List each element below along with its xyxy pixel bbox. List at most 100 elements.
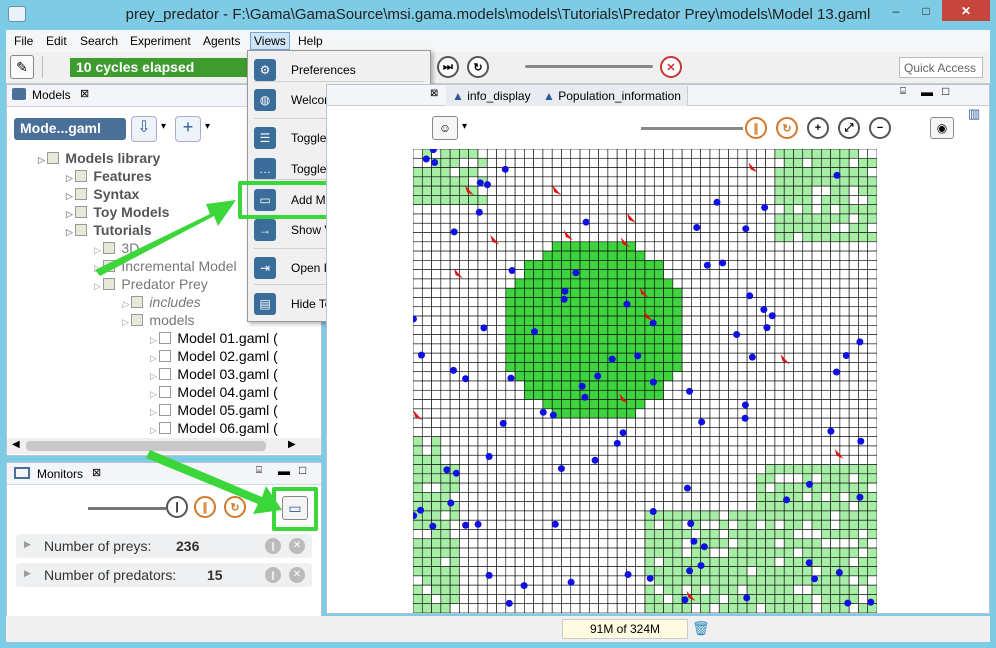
tree-item[interactable]: ▷ Model 02.gaml ( bbox=[150, 348, 278, 364]
tree-item[interactable]: ▷ Model 01.gaml ( bbox=[150, 330, 278, 346]
prey-agent[interactable] bbox=[582, 218, 590, 226]
prey-agent[interactable] bbox=[683, 484, 691, 492]
simulation-grid[interactable] bbox=[413, 149, 877, 613]
reload-icon[interactable]: ↻ bbox=[467, 56, 489, 78]
prey-agent[interactable] bbox=[450, 228, 458, 236]
prey-agent[interactable] bbox=[743, 594, 751, 602]
prey-agent[interactable] bbox=[608, 355, 616, 363]
prey-agent[interactable] bbox=[832, 368, 840, 376]
prey-agent[interactable] bbox=[697, 562, 705, 570]
prey-agent[interactable] bbox=[842, 352, 850, 360]
prey-agent[interactable] bbox=[748, 353, 756, 361]
prey-agent[interactable] bbox=[763, 324, 771, 332]
prey-agent[interactable] bbox=[835, 568, 843, 576]
minimize-panel-icon[interactable]: ▬ bbox=[278, 464, 290, 478]
prey-agent[interactable] bbox=[474, 520, 482, 528]
prey-agent[interactable] bbox=[443, 466, 451, 474]
view-menu-icon[interactable]: ⌸ bbox=[900, 86, 906, 97]
expand-icon[interactable]: ▷ bbox=[38, 155, 47, 165]
prey-agent[interactable] bbox=[520, 582, 528, 590]
prey-agent[interactable] bbox=[501, 165, 509, 173]
tree-item[interactable]: ▷ models bbox=[122, 312, 195, 328]
prey-agent[interactable] bbox=[578, 382, 586, 390]
prey-agent[interactable] bbox=[867, 598, 875, 606]
prey-agent[interactable] bbox=[567, 578, 575, 586]
tree-item[interactable]: ▷ Model 03.gaml ( bbox=[150, 366, 278, 382]
zoom-out-icon[interactable]: − bbox=[869, 117, 891, 139]
menu-views[interactable]: Views bbox=[250, 32, 290, 50]
prey-agent[interactable] bbox=[649, 319, 657, 327]
menu-agents[interactable]: Agents bbox=[203, 34, 240, 48]
expand-icon[interactable]: ▷ bbox=[122, 317, 131, 327]
prey-agent[interactable] bbox=[447, 499, 455, 507]
prey-agent[interactable] bbox=[480, 324, 488, 332]
pause-icon[interactable]: ∥ bbox=[745, 117, 767, 139]
prey-agent[interactable] bbox=[417, 506, 425, 514]
pause-icon[interactable]: ∥ bbox=[265, 567, 281, 583]
maximize-button[interactable]: □ bbox=[912, 0, 940, 21]
prey-agent[interactable] bbox=[619, 429, 627, 437]
quick-access-input[interactable]: Quick Access bbox=[899, 57, 983, 78]
prey-agent[interactable] bbox=[549, 411, 557, 419]
trash-icon[interactable]: 🗑 bbox=[692, 620, 710, 637]
prey-agent[interactable] bbox=[690, 537, 698, 545]
scroll-right-icon[interactable]: ▶ bbox=[288, 439, 296, 450]
prey-agent[interactable] bbox=[429, 522, 437, 530]
speed-slider[interactable] bbox=[525, 65, 653, 68]
menu-edit[interactable]: Edit bbox=[46, 34, 67, 48]
prey-agent[interactable] bbox=[499, 419, 507, 427]
reload-icon[interactable]: ↻ bbox=[776, 117, 798, 139]
expand-icon[interactable]: ▷ bbox=[66, 209, 75, 219]
prey-agent[interactable] bbox=[613, 439, 621, 447]
prey-agent[interactable] bbox=[700, 543, 708, 551]
prey-agent[interactable] bbox=[475, 208, 483, 216]
prey-agent[interactable] bbox=[560, 295, 568, 303]
tree-item[interactable]: ▷ Models library bbox=[38, 150, 160, 166]
prey-agent[interactable] bbox=[557, 465, 565, 473]
tree-item[interactable]: ▷ Predator Prey bbox=[94, 276, 208, 292]
tree-item[interactable]: ▷ Incremental Model bbox=[94, 258, 237, 274]
prey-agent[interactable] bbox=[623, 300, 631, 308]
expand-icon[interactable]: ▶ bbox=[24, 539, 31, 550]
prey-agent[interactable] bbox=[733, 331, 741, 339]
prey-agent[interactable] bbox=[431, 159, 439, 167]
expand-icon[interactable]: ▷ bbox=[150, 389, 159, 399]
prey-agent[interactable] bbox=[811, 575, 819, 583]
prey-agent[interactable] bbox=[857, 437, 865, 445]
prey-agent[interactable] bbox=[833, 171, 841, 179]
stop-icon[interactable]: ✕ bbox=[660, 56, 682, 78]
menu-file[interactable]: File bbox=[14, 34, 33, 48]
prey-agent[interactable] bbox=[485, 571, 493, 579]
expand-icon[interactable]: ▷ bbox=[94, 263, 103, 273]
zoom-in-icon[interactable]: + bbox=[807, 117, 829, 139]
scroll-thumb[interactable] bbox=[26, 441, 266, 451]
model-combo[interactable]: Mode...gaml bbox=[14, 118, 126, 140]
prey-agent[interactable] bbox=[591, 456, 599, 464]
expand-icon[interactable]: ▷ bbox=[66, 173, 75, 183]
tab-info-display[interactable]: ▲ info_display bbox=[446, 86, 538, 106]
zoom-fit-icon[interactable]: ⤢ bbox=[838, 117, 860, 139]
tree-item[interactable]: ▷ Model 04.gaml ( bbox=[150, 384, 278, 400]
tree-item[interactable]: ▷ 3D bbox=[94, 240, 139, 256]
expand-icon[interactable]: ▷ bbox=[122, 299, 131, 309]
close-tab-icon[interactable]: ⊠ bbox=[430, 88, 438, 99]
tree-item[interactable]: ▷ includes bbox=[122, 294, 201, 310]
close-tab-icon[interactable]: ⊠ bbox=[92, 466, 101, 479]
prey-agent[interactable] bbox=[761, 204, 769, 212]
expand-icon[interactable]: ▷ bbox=[150, 371, 159, 381]
prey-agent[interactable] bbox=[507, 374, 515, 382]
prey-agent[interactable] bbox=[561, 287, 569, 295]
prey-agent[interactable] bbox=[698, 418, 706, 426]
prey-agent[interactable] bbox=[693, 223, 701, 231]
chevron-down-icon[interactable]: ▾ bbox=[161, 121, 166, 132]
prey-agent[interactable] bbox=[686, 567, 694, 575]
prey-agent[interactable] bbox=[646, 574, 654, 582]
prey-agent[interactable] bbox=[581, 393, 589, 401]
prey-agent[interactable] bbox=[452, 469, 460, 477]
display-speed-slider[interactable] bbox=[641, 127, 743, 130]
prey-agent[interactable] bbox=[713, 198, 721, 206]
prey-agent[interactable] bbox=[483, 181, 491, 189]
view-menu-icon[interactable]: ⌸ bbox=[256, 465, 262, 476]
expand-icon[interactable]: ▷ bbox=[66, 227, 75, 237]
minimize-panel-icon[interactable]: ▬ bbox=[921, 85, 933, 99]
